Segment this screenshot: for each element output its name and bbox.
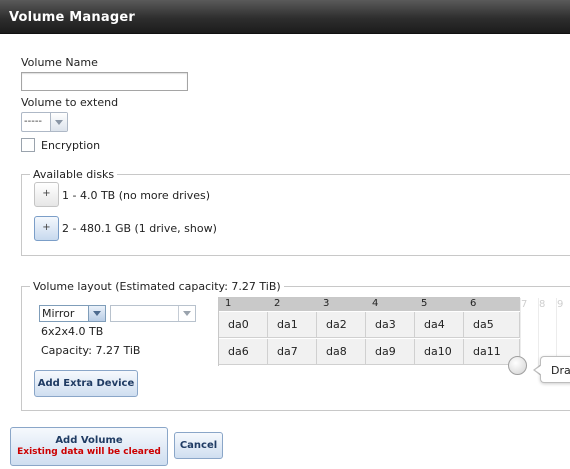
available-disks-legend: Available disks xyxy=(33,168,115,181)
disk-cell-da6[interactable]: da6 xyxy=(219,339,268,365)
disk-cell-da10[interactable]: da10 xyxy=(415,339,464,365)
column-number: 1 xyxy=(225,298,232,309)
layout-secondary-dropdown-button[interactable] xyxy=(178,306,195,321)
chevron-down-icon xyxy=(55,120,63,125)
encryption-label: Encryption xyxy=(41,139,101,152)
add-disk-1-button[interactable]: + xyxy=(34,182,59,207)
disk-grid-header: 1 2 3 4 5 6 xyxy=(219,298,520,311)
disk-1-label: 1 - 4.0 TB (no more drives) xyxy=(62,189,211,202)
disk-cell-da8[interactable]: da8 xyxy=(317,339,366,365)
volume-layout-legend: Volume layout (Estimated capacity: 7.27 … xyxy=(33,280,281,293)
encryption-checkbox[interactable] xyxy=(21,138,35,152)
column-number: 6 xyxy=(470,298,477,309)
disk-cell-da0[interactable]: da0 xyxy=(219,312,268,338)
chevron-down-icon xyxy=(183,311,191,316)
volume-to-extend-value: ----- xyxy=(24,116,43,127)
add-disk-2-button[interactable]: + xyxy=(34,216,59,241)
disk-cell-da4[interactable]: da4 xyxy=(415,312,464,338)
add-volume-button[interactable]: Add Volume Existing data will be cleared xyxy=(10,427,168,466)
dropdown-arrow-button[interactable] xyxy=(50,113,67,131)
tooltip-pointer-inner xyxy=(535,365,542,375)
volume-name-label: Volume Name xyxy=(21,56,98,69)
add-volume-label: Add Volume xyxy=(55,435,123,446)
column-number: 2 xyxy=(274,298,281,309)
layout-type-value: Mirror xyxy=(42,307,75,320)
disk-cell-da2[interactable]: da2 xyxy=(317,312,366,338)
drag-tooltip: Dra xyxy=(540,356,570,383)
disk-cell-da5[interactable]: da5 xyxy=(464,312,520,338)
column-number: 4 xyxy=(372,298,379,309)
ghost-column-number: 8 xyxy=(539,299,546,310)
volume-name-input[interactable] xyxy=(21,72,188,91)
resize-drag-handle[interactable] xyxy=(508,356,527,375)
disk-cell-da3[interactable]: da3 xyxy=(366,312,415,338)
disk-cell-da1[interactable]: da1 xyxy=(268,312,317,338)
chevron-down-icon xyxy=(93,311,101,316)
add-volume-warning: Existing data will be cleared xyxy=(17,447,161,457)
column-number: 5 xyxy=(421,298,428,309)
layout-type-dropdown-button[interactable] xyxy=(88,306,105,321)
layout-type-select[interactable]: Mirror xyxy=(39,305,106,322)
layout-summary: 6x2x4.0 TB xyxy=(41,325,104,338)
disk-cell-da9[interactable]: da9 xyxy=(366,339,415,365)
volume-to-extend-label: Volume to extend xyxy=(21,96,119,109)
disk-cell-da7[interactable]: da7 xyxy=(268,339,317,365)
drag-tooltip-text: Dra xyxy=(551,364,570,377)
volume-to-extend-select[interactable]: ----- xyxy=(21,112,68,132)
layout-capacity: Capacity: 7.27 TiB xyxy=(41,344,141,357)
window-titlebar: Volume Manager xyxy=(0,0,570,34)
column-number: 3 xyxy=(323,298,330,309)
window-title: Volume Manager xyxy=(9,10,135,25)
cancel-button[interactable]: Cancel xyxy=(174,432,223,459)
ghost-column-number: 9 xyxy=(557,299,564,310)
available-disks-group: Available disks xyxy=(21,168,570,256)
disk-grid: 1 2 3 4 5 6 da0 da1 da2 da3 da4 da5 da6 … xyxy=(218,297,520,366)
disk-2-label[interactable]: 2 - 480.1 GB (1 drive, show) xyxy=(62,222,217,235)
add-extra-device-button[interactable]: Add Extra Device xyxy=(34,370,138,397)
layout-secondary-select[interactable] xyxy=(110,305,196,322)
ghost-column-number: 7 xyxy=(521,299,528,310)
